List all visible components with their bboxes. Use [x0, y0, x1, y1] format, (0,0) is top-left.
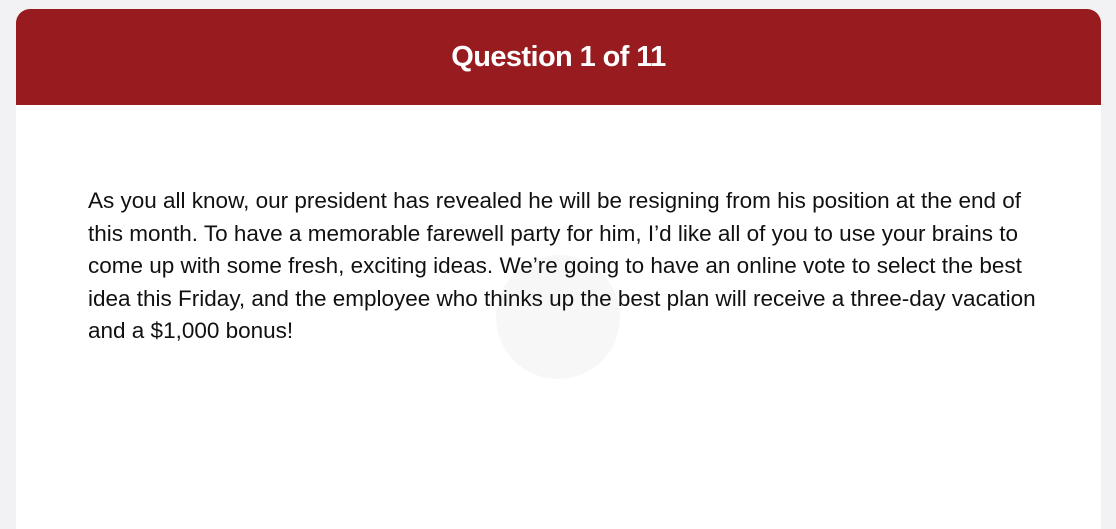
question-prompt: As you all know, our president has revea…	[88, 188, 1036, 343]
question-card: Question 1 of 11 As you all know, our pr…	[16, 9, 1101, 529]
question-counter: Question 1 of 11	[451, 40, 666, 73]
question-header: Question 1 of 11	[16, 9, 1101, 105]
